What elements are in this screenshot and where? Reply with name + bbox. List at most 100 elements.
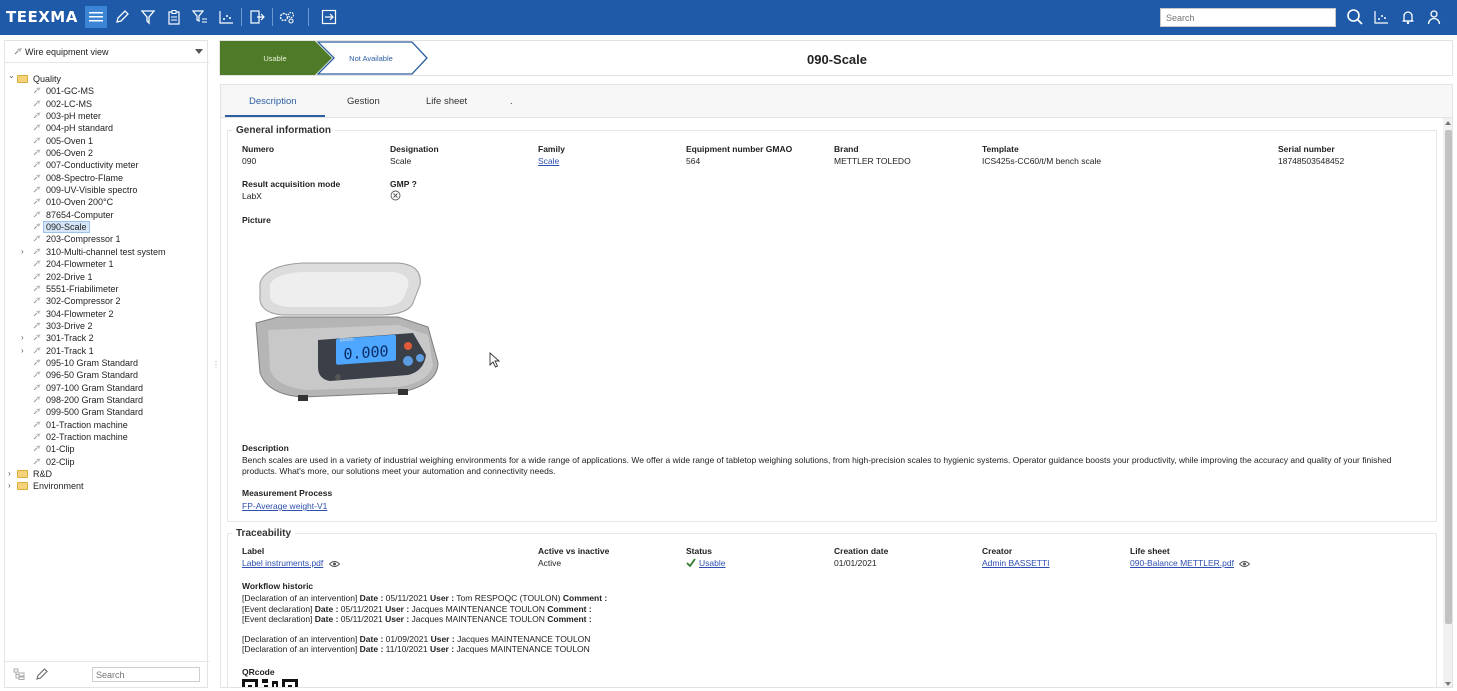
tree-item[interactable]: 001-GC-MS bbox=[5, 85, 209, 97]
clipboard-icon[interactable] bbox=[163, 6, 185, 28]
global-search-input[interactable] bbox=[1160, 8, 1336, 27]
view-selector[interactable]: Wire equipment view bbox=[5, 41, 209, 63]
tree-item[interactable]: 01-Traction machine bbox=[5, 419, 209, 431]
measurement-process-link[interactable]: FP-Average weight-V1 bbox=[242, 501, 327, 511]
description-text: Bench scales are used in a variety of in… bbox=[242, 455, 1392, 476]
status-link[interactable]: Usable bbox=[699, 558, 725, 568]
tree-item[interactable]: 302-Compressor 2 bbox=[5, 295, 209, 307]
equipment-icon bbox=[33, 310, 41, 316]
chevron-right-icon[interactable]: › bbox=[21, 332, 29, 344]
tree-item-label: 097-100 Gram Standard bbox=[46, 382, 144, 393]
tree-item[interactable]: 008-Spectro-Flame bbox=[5, 172, 209, 184]
tree-item[interactable]: 02-Traction machine bbox=[5, 431, 209, 443]
history-date-key: Date : bbox=[314, 603, 339, 614]
menu-icon[interactable] bbox=[85, 6, 107, 28]
equipment-icon bbox=[33, 297, 41, 304]
tree-item[interactable]: 097-100 Gram Standard bbox=[5, 382, 209, 394]
chevron-right-icon[interactable]: › bbox=[8, 468, 16, 480]
tab-gestion[interactable]: Gestion bbox=[347, 96, 380, 107]
general-information-section: General information Numero 090 Designati… bbox=[227, 125, 1437, 522]
tree-item[interactable]: › 201-Track 1 bbox=[5, 345, 209, 357]
tree-item[interactable]: 004-pH standard bbox=[5, 122, 209, 134]
life-sheet-link[interactable]: 090-Balance METTLER.pdf bbox=[1130, 558, 1234, 568]
family-link[interactable]: Scale bbox=[538, 156, 559, 166]
tree-item[interactable]: 006-Oven 2 bbox=[5, 147, 209, 159]
chevron-down-icon[interactable]: ⌄ bbox=[8, 70, 16, 82]
panel-splitter[interactable]: ⋮ bbox=[212, 360, 220, 369]
tree-item[interactable]: 090-Scale bbox=[5, 221, 209, 234]
pencil-icon[interactable] bbox=[35, 667, 49, 681]
tree-item-label: 003-pH meter bbox=[46, 111, 102, 122]
tree-folder[interactable]: › Environment bbox=[5, 480, 209, 492]
equipment-icon bbox=[33, 211, 41, 218]
tree-search-input[interactable] bbox=[92, 667, 200, 682]
tree-view-icon[interactable] bbox=[13, 668, 25, 680]
tree-item[interactable]: 303-Drive 2 bbox=[5, 320, 209, 332]
eye-icon[interactable] bbox=[328, 560, 340, 568]
tree-folder[interactable]: › R&D bbox=[5, 468, 209, 480]
filter-icon[interactable] bbox=[137, 6, 159, 28]
pencil-icon[interactable] bbox=[111, 6, 133, 28]
tree-item[interactable]: 01-Clip bbox=[5, 443, 209, 455]
tree-item-label: 099-500 Gram Standard bbox=[46, 407, 144, 418]
tree-item[interactable]: 002-LC-MS bbox=[5, 98, 209, 110]
tab-description[interactable]: Description bbox=[249, 96, 297, 107]
creator-link[interactable]: Admin BASSETTI bbox=[982, 558, 1050, 568]
label-file-link[interactable]: Label instruments.pdf bbox=[242, 558, 323, 568]
teexma-logo[interactable]: TEEXMA bbox=[6, 8, 78, 28]
search-icon[interactable] bbox=[1344, 6, 1366, 28]
settings-group-icon[interactable] bbox=[276, 6, 298, 28]
history-user: Jacques MAINTENANCE TOULON bbox=[457, 633, 591, 644]
tree-item[interactable]: 099-500 Gram Standard bbox=[5, 406, 209, 418]
tree-item[interactable]: › 301-Track 2 bbox=[5, 332, 209, 344]
history-date: 05/11/2021 bbox=[340, 603, 383, 614]
tab-more[interactable]: . bbox=[510, 96, 513, 107]
tree-item[interactable]: 5551-Friabilimeter bbox=[5, 283, 209, 295]
tree-item[interactable]: 204-Flowmeter 1 bbox=[5, 258, 209, 270]
chart-icon[interactable] bbox=[215, 6, 237, 28]
tree-item[interactable]: 003-pH meter bbox=[5, 110, 209, 122]
tree-item[interactable]: 202-Drive 1 bbox=[5, 271, 209, 283]
equipment-icon bbox=[33, 359, 41, 366]
tree-item[interactable]: 095-10 Gram Standard bbox=[5, 357, 209, 369]
tree-folder[interactable]: ⌄ Quality bbox=[5, 70, 209, 85]
filter-list-icon[interactable] bbox=[189, 6, 211, 28]
tree-item[interactable]: 096-50 Gram Standard bbox=[5, 369, 209, 381]
tree-item[interactable]: 098-200 Gram Standard bbox=[5, 394, 209, 406]
tree-item[interactable]: 009-UV-Visible spectro bbox=[5, 184, 209, 196]
field-label-life-sheet: Life sheet bbox=[1130, 546, 1170, 556]
tree-item[interactable]: 304-Flowmeter 2 bbox=[5, 308, 209, 320]
field-label-picture: Picture bbox=[242, 215, 271, 225]
tree-item-label: 096-50 Gram Standard bbox=[46, 370, 139, 381]
scroll-down-icon[interactable] bbox=[1445, 682, 1451, 686]
exit-icon[interactable] bbox=[318, 6, 340, 28]
field-label-acquisition: Result acquisition mode bbox=[242, 179, 341, 189]
tree-item[interactable]: 203-Compressor 1 bbox=[5, 233, 209, 245]
equipment-icon bbox=[33, 322, 41, 329]
chevron-right-icon[interactable]: › bbox=[21, 246, 29, 258]
tree-item[interactable]: 010-Oven 200°C bbox=[5, 196, 209, 208]
tree-item[interactable]: › 310-Multi-channel test system bbox=[5, 246, 209, 258]
main-scrollbar[interactable] bbox=[1443, 118, 1452, 687]
tree-item[interactable]: 02-Clip bbox=[5, 456, 209, 468]
field-label-qrcode: QRcode bbox=[242, 667, 275, 677]
history-date-key: Date : bbox=[359, 593, 384, 603]
tree-item[interactable]: 005-Oven 1 bbox=[5, 135, 209, 147]
scroll-thumb[interactable] bbox=[1445, 130, 1452, 624]
scroll-up-icon[interactable] bbox=[1445, 121, 1451, 125]
tree-item-label: 304-Flowmeter 2 bbox=[46, 308, 114, 319]
statistics-icon[interactable] bbox=[1370, 6, 1392, 28]
chevron-right-icon[interactable]: › bbox=[8, 480, 16, 492]
history-user-key: User : bbox=[385, 614, 410, 624]
field-value-acquisition: LabX bbox=[242, 191, 262, 201]
export-icon[interactable] bbox=[246, 6, 268, 28]
bell-icon[interactable] bbox=[1397, 6, 1419, 28]
tab-life-sheet[interactable]: Life sheet bbox=[426, 96, 467, 107]
checkmark-icon bbox=[686, 558, 696, 567]
tree-item[interactable]: 87654-Computer bbox=[5, 209, 209, 221]
eye-icon[interactable] bbox=[1239, 560, 1251, 568]
tree-item-label: 007-Conductivity meter bbox=[46, 160, 139, 171]
user-icon[interactable] bbox=[1423, 6, 1445, 28]
chevron-right-icon[interactable]: › bbox=[21, 345, 29, 357]
tree-item[interactable]: 007-Conductivity meter bbox=[5, 159, 209, 171]
